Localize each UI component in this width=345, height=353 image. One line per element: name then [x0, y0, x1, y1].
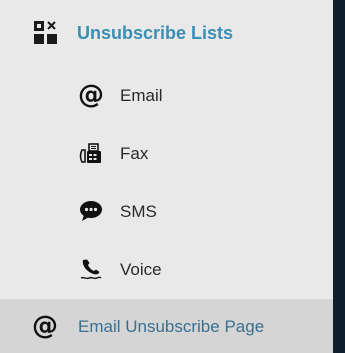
menu-item-email-unsubscribe-page[interactable]: @ Email Unsubscribe Page	[0, 299, 333, 353]
menu-header-label: Unsubscribe Lists	[77, 23, 234, 43]
menu-item-label: Fax	[120, 143, 149, 163]
fax-icon	[76, 138, 106, 168]
menu-item-email[interactable]: @ Email	[0, 66, 333, 124]
chat-bubble-icon	[76, 196, 106, 226]
menu-item-label: SMS	[120, 201, 157, 221]
grid-x-icon	[31, 18, 61, 48]
menu-item-voice[interactable]: Voice	[0, 240, 333, 298]
menu-header-unsubscribe-lists[interactable]: Unsubscribe Lists	[0, 4, 333, 62]
phone-icon	[76, 254, 106, 284]
menu-item-label: Email	[120, 85, 163, 105]
menu-item-label: Email Unsubscribe Page	[78, 316, 265, 336]
menu-item-fax[interactable]: Fax	[0, 124, 333, 182]
menu-item-sms[interactable]: SMS	[0, 182, 333, 240]
menu-item-label: Voice	[120, 259, 162, 279]
at-icon: @	[32, 311, 58, 341]
at-icon: @	[78, 80, 104, 110]
side-menu-panel: Unsubscribe Lists @ Email Fax SMS Voice …	[0, 0, 333, 353]
